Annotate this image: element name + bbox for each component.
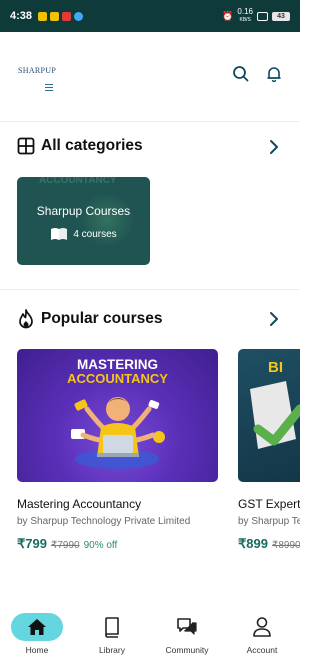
speed-unit: KB/S bbox=[239, 17, 251, 23]
popular-title: Popular courses bbox=[41, 310, 163, 327]
course-price: ₹899 bbox=[238, 536, 268, 551]
section-divider bbox=[0, 289, 300, 290]
course-pricing: ₹799 ₹7990 90% off bbox=[17, 536, 218, 552]
course-name: GST Expert bbox=[238, 497, 300, 511]
notification-icons bbox=[38, 11, 84, 21]
search-button[interactable] bbox=[231, 64, 251, 84]
course-original-price: ₹7990 bbox=[50, 540, 80, 551]
snapchat-icon bbox=[50, 11, 60, 21]
popular-header: Popular courses bbox=[17, 309, 162, 329]
signal-icon bbox=[257, 11, 268, 21]
nav-community[interactable]: Community bbox=[152, 613, 222, 655]
nav-community-label: Community bbox=[165, 645, 209, 655]
status-time: 4:38 bbox=[10, 10, 33, 22]
chat-icon bbox=[177, 618, 197, 635]
nav-account-label: Account bbox=[246, 645, 278, 655]
nav-home[interactable]: Home bbox=[2, 613, 72, 655]
fire-icon bbox=[19, 309, 33, 329]
battery-icon: 43 bbox=[272, 11, 290, 21]
category-card-count-label: 4 courses bbox=[73, 228, 117, 240]
header-divider bbox=[0, 121, 300, 122]
course-original-price: ₹8990 bbox=[271, 540, 300, 551]
app-notification-icon bbox=[62, 11, 72, 21]
status-bar: 4:38 ⏰ 0.16 KB/S 43 bbox=[0, 0, 300, 32]
nav-home-indicator bbox=[11, 613, 63, 641]
app-notification-icon bbox=[74, 11, 84, 21]
book-icon bbox=[105, 617, 119, 638]
accountant-illustration bbox=[71, 397, 165, 469]
chevron-right-icon bbox=[270, 312, 278, 326]
course-card-gst-expert[interactable]: BI GST Expert by Sharpup Te ₹899 ₹8990 bbox=[238, 349, 300, 552]
alarm-icon: ⏰ bbox=[222, 10, 234, 21]
course-discount: 90% off bbox=[83, 540, 118, 551]
categories-see-all-button[interactable] bbox=[266, 139, 282, 155]
app-header: SHARPUP bbox=[0, 32, 300, 122]
course-illustration bbox=[250, 381, 300, 449]
speed-value: 0.16 bbox=[237, 7, 253, 16]
nav-home-label: Home bbox=[25, 645, 49, 655]
open-book-icon bbox=[51, 228, 68, 240]
search-icon bbox=[233, 66, 249, 82]
category-card-title: Sharpup Courses bbox=[36, 204, 131, 218]
popular-see-all-button[interactable] bbox=[266, 311, 282, 327]
snapchat-icon bbox=[38, 11, 48, 21]
bottom-navigation: Home Library Community Account bbox=[0, 605, 300, 670]
chevron-right-icon bbox=[270, 140, 278, 154]
category-card-sharpup-courses[interactable]: ACCOUNTANCY Sharpup Courses 4 courses bbox=[17, 177, 150, 265]
course-name: Mastering Accountancy bbox=[17, 497, 142, 511]
course-organization: by Sharpup Technology Private Limited bbox=[17, 516, 191, 527]
category-card-bg-text: ACCOUNTANCY bbox=[39, 177, 117, 186]
nav-library[interactable]: Library bbox=[77, 613, 147, 655]
course-price: ₹799 bbox=[17, 536, 47, 551]
person-icon bbox=[253, 617, 271, 637]
notifications-button[interactable] bbox=[264, 64, 284, 84]
home-icon bbox=[28, 619, 46, 635]
brand-logo[interactable]: SHARPUP bbox=[18, 66, 56, 75]
nav-library-label: Library bbox=[99, 645, 125, 655]
course-card-mastering-accountancy[interactable]: MASTERING ACCOUNTANCY Mastering Accounta… bbox=[17, 349, 218, 552]
network-speed: 0.16 KB/S bbox=[237, 8, 253, 24]
nav-account[interactable]: Account bbox=[227, 613, 297, 655]
menu-icon[interactable] bbox=[45, 84, 53, 91]
course-thumbnail: MASTERING ACCOUNTANCY bbox=[17, 349, 218, 482]
course-pricing: ₹899 ₹8990 bbox=[238, 536, 300, 552]
category-card-count: 4 courses bbox=[17, 227, 150, 241]
grid-icon bbox=[17, 137, 35, 155]
bell-icon bbox=[267, 67, 281, 83]
course-thumbnail: BI bbox=[238, 349, 300, 482]
categories-header: All categories bbox=[17, 137, 143, 155]
course-organization: by Sharpup Te bbox=[238, 516, 300, 527]
categories-title: All categories bbox=[41, 137, 143, 154]
